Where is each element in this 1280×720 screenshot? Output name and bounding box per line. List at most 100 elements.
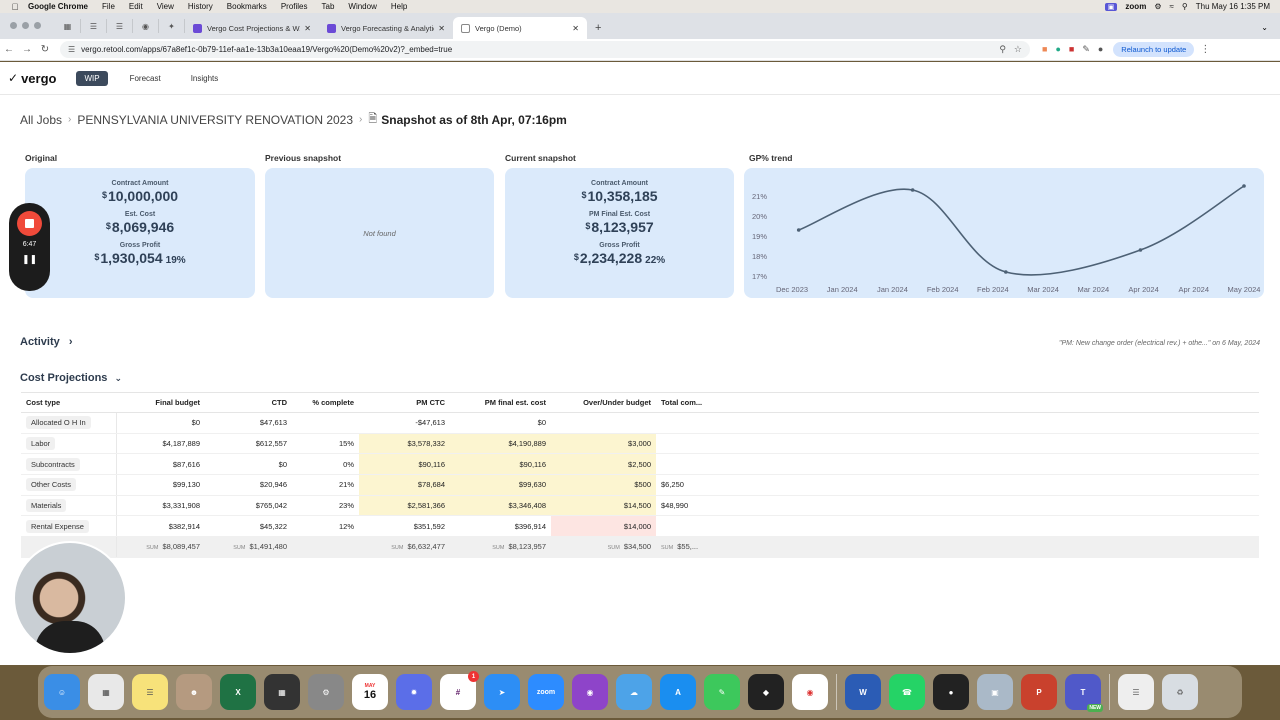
column-header[interactable]: PM final est. cost (450, 392, 551, 413)
cost-projections-header[interactable]: Cost Projections ⌄ (20, 372, 122, 384)
cell-final-budget[interactable]: $87,616 (116, 453, 205, 476)
cell-over-under[interactable]: $14,000 (551, 515, 656, 538)
close-tab-icon[interactable]: ✕ (572, 24, 579, 33)
cell-total[interactable] (656, 412, 710, 434)
cell-final-est[interactable]: $396,914 (450, 515, 551, 538)
preview-icon[interactable]: ☁ (616, 674, 652, 710)
search-icon[interactable]: ⚲ (1182, 2, 1188, 11)
cell-total[interactable] (656, 453, 710, 476)
cell-ctc[interactable]: $78,684 (359, 474, 450, 496)
table-cell-empty[interactable] (710, 474, 1259, 496)
zoom-lens-icon[interactable]: ⚲ (999, 44, 1006, 55)
table-row[interactable]: Materials $3,331,908 $765,042 23% $2,581,366… (21, 495, 1259, 517)
column-header[interactable]: Cost type (21, 392, 116, 413)
tab-vergo-cost-projections[interactable]: Vergo Cost Projections & W... ✕ (185, 17, 319, 39)
table-cell-empty[interactable] (710, 412, 1259, 434)
menu-tab[interactable]: Tab (322, 2, 335, 11)
cell-over-under[interactable]: $2,500 (551, 453, 656, 476)
cell-final-est[interactable]: $90,116 (450, 453, 551, 476)
column-header[interactable]: Over/Under budget (551, 392, 656, 413)
menu-window[interactable]: Window (348, 2, 376, 11)
cell-total[interactable]: $48,990 (656, 495, 710, 517)
cell-ctd[interactable]: $0 (205, 453, 292, 476)
cell-ctd[interactable]: $612,557 (205, 433, 292, 455)
powerpoint-icon[interactable]: P (1021, 674, 1057, 710)
gp-trend-point[interactable] (796, 228, 801, 232)
nav-tab-insights[interactable]: Insights (183, 71, 227, 86)
notes-icon[interactable]: ☰ (132, 674, 168, 710)
tab-vergo-demo[interactable]: Vergo (Demo) ✕ (453, 17, 587, 39)
extension-icon[interactable]: ■ (1069, 44, 1074, 55)
close-tab-icon[interactable]: ✕ (438, 24, 445, 33)
extension-icon[interactable]: ■ (1042, 44, 1047, 55)
cell-pct[interactable]: 0% (292, 453, 359, 476)
nav-tab-forecast[interactable]: Forecast (122, 71, 169, 86)
table-row[interactable]: Allocated O H In $0 $47,613 -$47,613 $0 (21, 412, 1259, 434)
control-icon[interactable]: ⚙ (1154, 2, 1161, 11)
apple-icon[interactable]:  (8, 2, 22, 12)
cell-final-budget[interactable]: $99,130 (116, 474, 205, 496)
menu-view[interactable]: View (157, 2, 174, 11)
cell-ctd[interactable]: $765,042 (205, 495, 292, 517)
cell-ctc[interactable]: $351,592 (359, 515, 450, 538)
cell-final-est[interactable]: $3,346,408 (450, 495, 551, 517)
cell-pct[interactable]: 23% (292, 495, 359, 517)
menu-file[interactable]: File (102, 2, 115, 11)
finder-icon[interactable]: ☺ (44, 674, 80, 710)
address-bar[interactable]: ☰ vergo.retool.com/apps/67a8ef1c-0b79-11… (60, 41, 1030, 58)
menu-profiles[interactable]: Profiles (281, 2, 308, 11)
word-icon[interactable]: W (845, 674, 881, 710)
messages-icon[interactable]: ✎ (704, 674, 740, 710)
pinned-tab-doc[interactable]: ☰ (81, 19, 107, 33)
screens-icon[interactable]: ◆ (748, 674, 784, 710)
table-cell-empty[interactable] (710, 453, 1259, 476)
column-header[interactable]: % complete (292, 392, 359, 413)
menu-edit[interactable]: Edit (129, 2, 143, 11)
close-tab-icon[interactable]: ✕ (304, 24, 311, 33)
activity-header[interactable]: Activity › (20, 336, 72, 348)
teams-icon[interactable]: T NEW (1065, 674, 1103, 712)
pinned-tab-sheets[interactable]: ▦ (55, 19, 81, 33)
chrome-icon[interactable]: ◉ (792, 674, 828, 710)
cell-ctc[interactable]: $90,116 (359, 453, 450, 476)
wifi-icon[interactable]: ≈ (1169, 2, 1173, 11)
screen-share-icon[interactable]: ▣ (1104, 2, 1118, 11)
vergo-logo[interactable]: ✓ vergo (8, 71, 56, 86)
cell-total[interactable] (656, 433, 710, 455)
whatsapp-icon[interactable]: ☎ (889, 674, 925, 710)
cell-pct[interactable]: 12% (292, 515, 359, 538)
gp-trend-point[interactable] (1138, 248, 1143, 252)
breadcrumb-snapshot[interactable]: Snapshot as of 8th Apr, 07:16pm (381, 113, 567, 127)
table-cell-empty[interactable] (710, 495, 1259, 517)
zoom-status[interactable]: zoom (1125, 2, 1146, 11)
table-cell-empty[interactable] (710, 433, 1259, 455)
cell-type[interactable]: Labor (21, 433, 117, 455)
cell-over-under[interactable]: $14,500 (551, 495, 656, 517)
table-row[interactable]: Labor $4,187,889 $612,557 15% $3,578,332 $4,1… (21, 433, 1259, 455)
close-window-button[interactable] (10, 22, 17, 29)
pinned-tab-globe[interactable]: ◉ (133, 19, 159, 33)
slack-icon[interactable]: # 1 (440, 671, 479, 710)
gp-trend-point[interactable] (910, 188, 915, 192)
trash-icon[interactable]: ♻ (1162, 674, 1198, 710)
menu-bookmarks[interactable]: Bookmarks (227, 2, 267, 11)
app-store-icon[interactable]: A (660, 674, 696, 710)
tab-vergo-forecasting[interactable]: Vergo Forecasting & Analytic... ✕ (319, 17, 453, 39)
cell-final-budget[interactable]: $3,331,908 (116, 495, 205, 517)
webcam-bubble[interactable] (13, 541, 127, 655)
podcasts-icon[interactable]: ◉ (572, 674, 608, 710)
stop-recording-button[interactable] (17, 211, 42, 236)
menubar-clock[interactable]: Thu May 16 1:35 PM (1196, 2, 1270, 11)
reload-icon[interactable]: ↻ (36, 44, 54, 55)
calculator-icon[interactable]: ▦ (264, 674, 300, 710)
cell-type[interactable]: Rental Expense (21, 515, 117, 538)
forward-arrow-icon[interactable]: → (18, 44, 36, 55)
breadcrumb-job[interactable]: PENNSYLVANIA UNIVERSITY RENOVATION 2023 (77, 113, 353, 127)
system-settings-icon[interactable]: ⚙ (308, 674, 344, 710)
cell-final-budget[interactable]: $0 (116, 412, 205, 434)
chrome-menu-icon[interactable]: ⋮ (1200, 44, 1210, 55)
column-header[interactable]: PM CTC (359, 392, 450, 413)
relaunch-button[interactable]: Relaunch to update (1113, 42, 1195, 57)
cell-total[interactable] (656, 515, 710, 538)
cell-total[interactable]: $6,250 (656, 474, 710, 496)
